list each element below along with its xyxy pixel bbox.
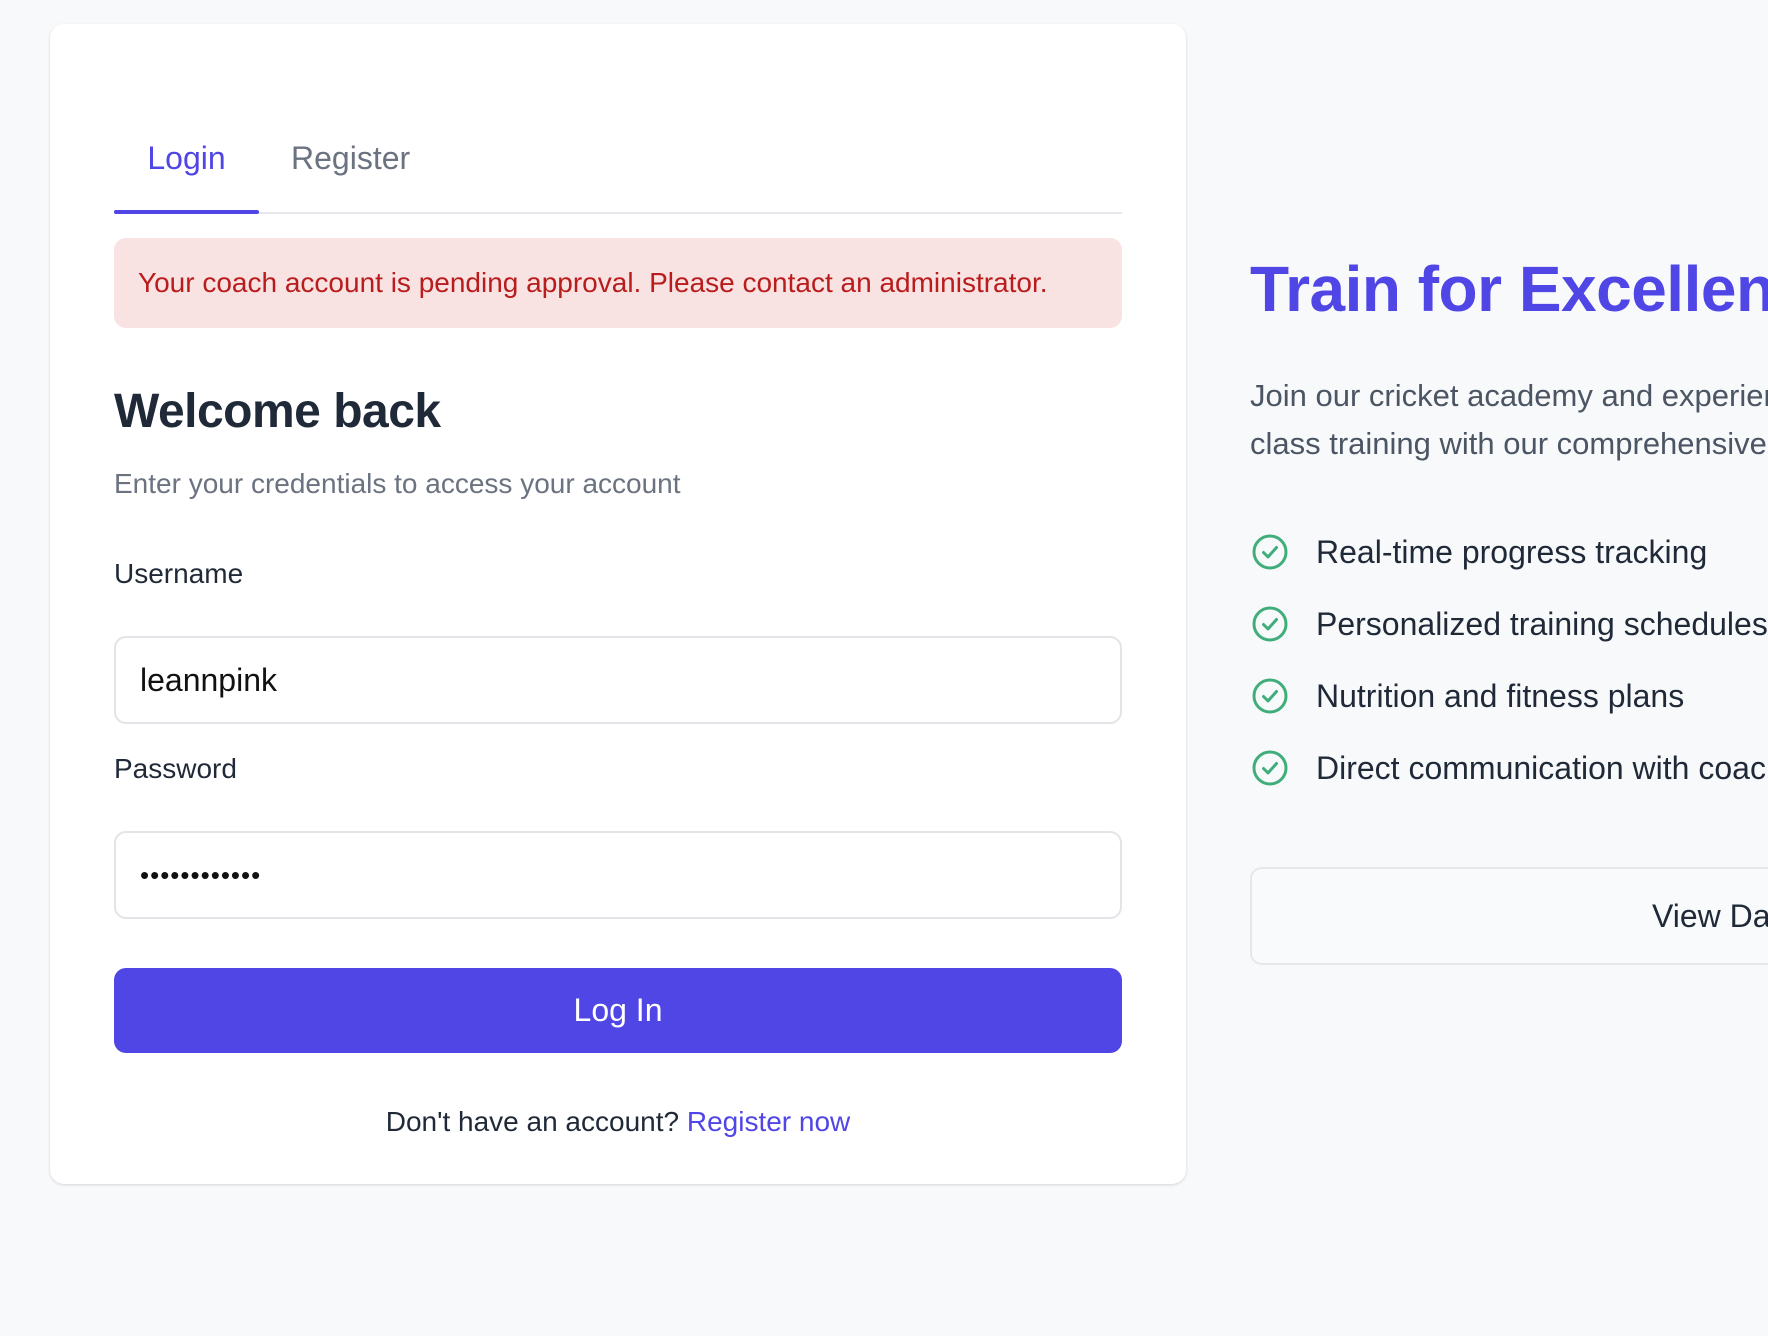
feature-item: Nutrition and fitness plans [1250, 660, 1768, 732]
alert-message: Your coach account is pending approval. … [138, 267, 1048, 298]
login-button[interactable]: Log In [114, 968, 1122, 1053]
error-alert: Your coach account is pending approval. … [114, 238, 1122, 328]
password-label: Password [114, 753, 237, 784]
feature-list: Real-time progress tracking Personalized… [1250, 516, 1768, 804]
username-label: Username [114, 558, 244, 589]
feature-text: Personalized training schedules [1316, 605, 1768, 642]
auth-tabs: Login Register [114, 114, 1122, 214]
feature-item: Direct communication with coaches [1250, 732, 1768, 804]
feature-text: Real-time progress tracking [1316, 533, 1708, 570]
tab-login[interactable]: Login [114, 140, 259, 214]
check-circle-icon [1252, 678, 1288, 714]
register-prompt-text: Don't have an account? [385, 1106, 680, 1137]
password-input[interactable] [114, 831, 1122, 919]
hero-title: Train for Excellence [1250, 253, 1768, 325]
feature-text: Direct communication with coaches [1316, 749, 1768, 786]
tab-register[interactable]: Register [291, 140, 410, 177]
hero-description: Join our cricket academy and experience … [1250, 378, 1768, 461]
feature-item: Personalized training schedules [1250, 588, 1768, 660]
feature-item: Real-time progress tracking [1250, 516, 1768, 588]
feature-text: Nutrition and fitness plans [1316, 677, 1685, 714]
view-dashboard-button[interactable]: View Dashboard [1250, 867, 1768, 965]
register-prompt: Don't have an account? Register now [114, 1106, 1122, 1138]
check-circle-icon [1252, 750, 1288, 786]
login-card: Login Register Your coach account is pen… [50, 24, 1186, 1184]
form-title: Welcome back [114, 385, 441, 438]
register-now-link[interactable]: Register now [687, 1106, 850, 1137]
check-circle-icon [1252, 606, 1288, 642]
username-input[interactable] [114, 636, 1122, 724]
form-subtitle: Enter your credentials to access your ac… [114, 468, 681, 499]
check-circle-icon [1252, 534, 1288, 570]
page: Login Register Your coach account is pen… [0, 0, 1768, 1336]
